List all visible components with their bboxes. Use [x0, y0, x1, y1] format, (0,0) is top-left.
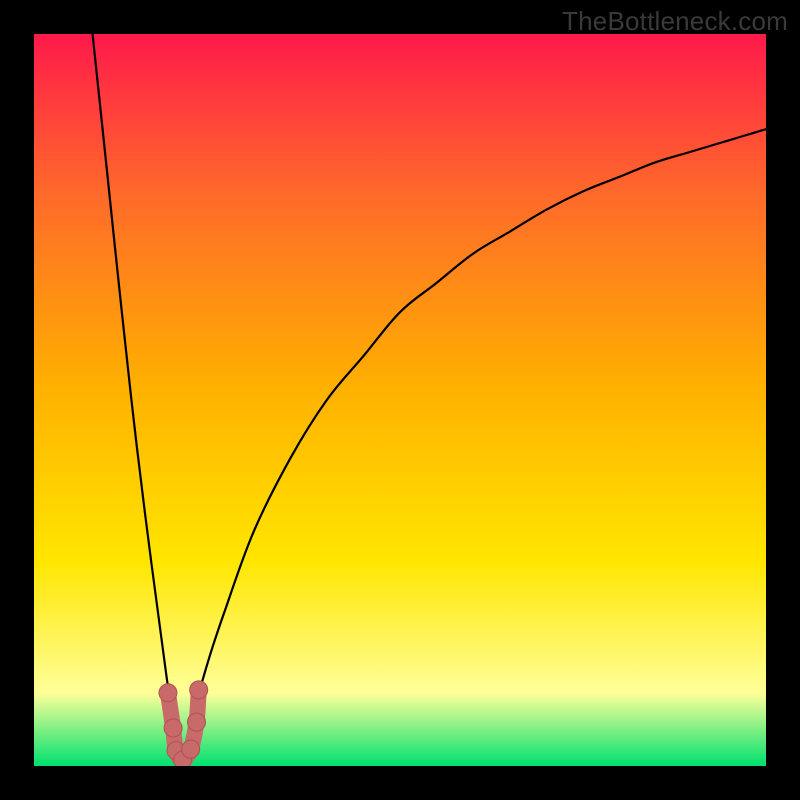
marker-dot [190, 681, 208, 699]
marker-dot [159, 684, 177, 702]
gradient-background [34, 34, 766, 766]
watermark-text: TheBottleneck.com [562, 6, 788, 37]
chart-svg [34, 34, 766, 766]
chart-frame: TheBottleneck.com [0, 0, 800, 800]
marker-dot [188, 713, 206, 731]
marker-dot [182, 740, 200, 758]
chart-plot-area [34, 34, 766, 766]
marker-dot [164, 719, 182, 737]
